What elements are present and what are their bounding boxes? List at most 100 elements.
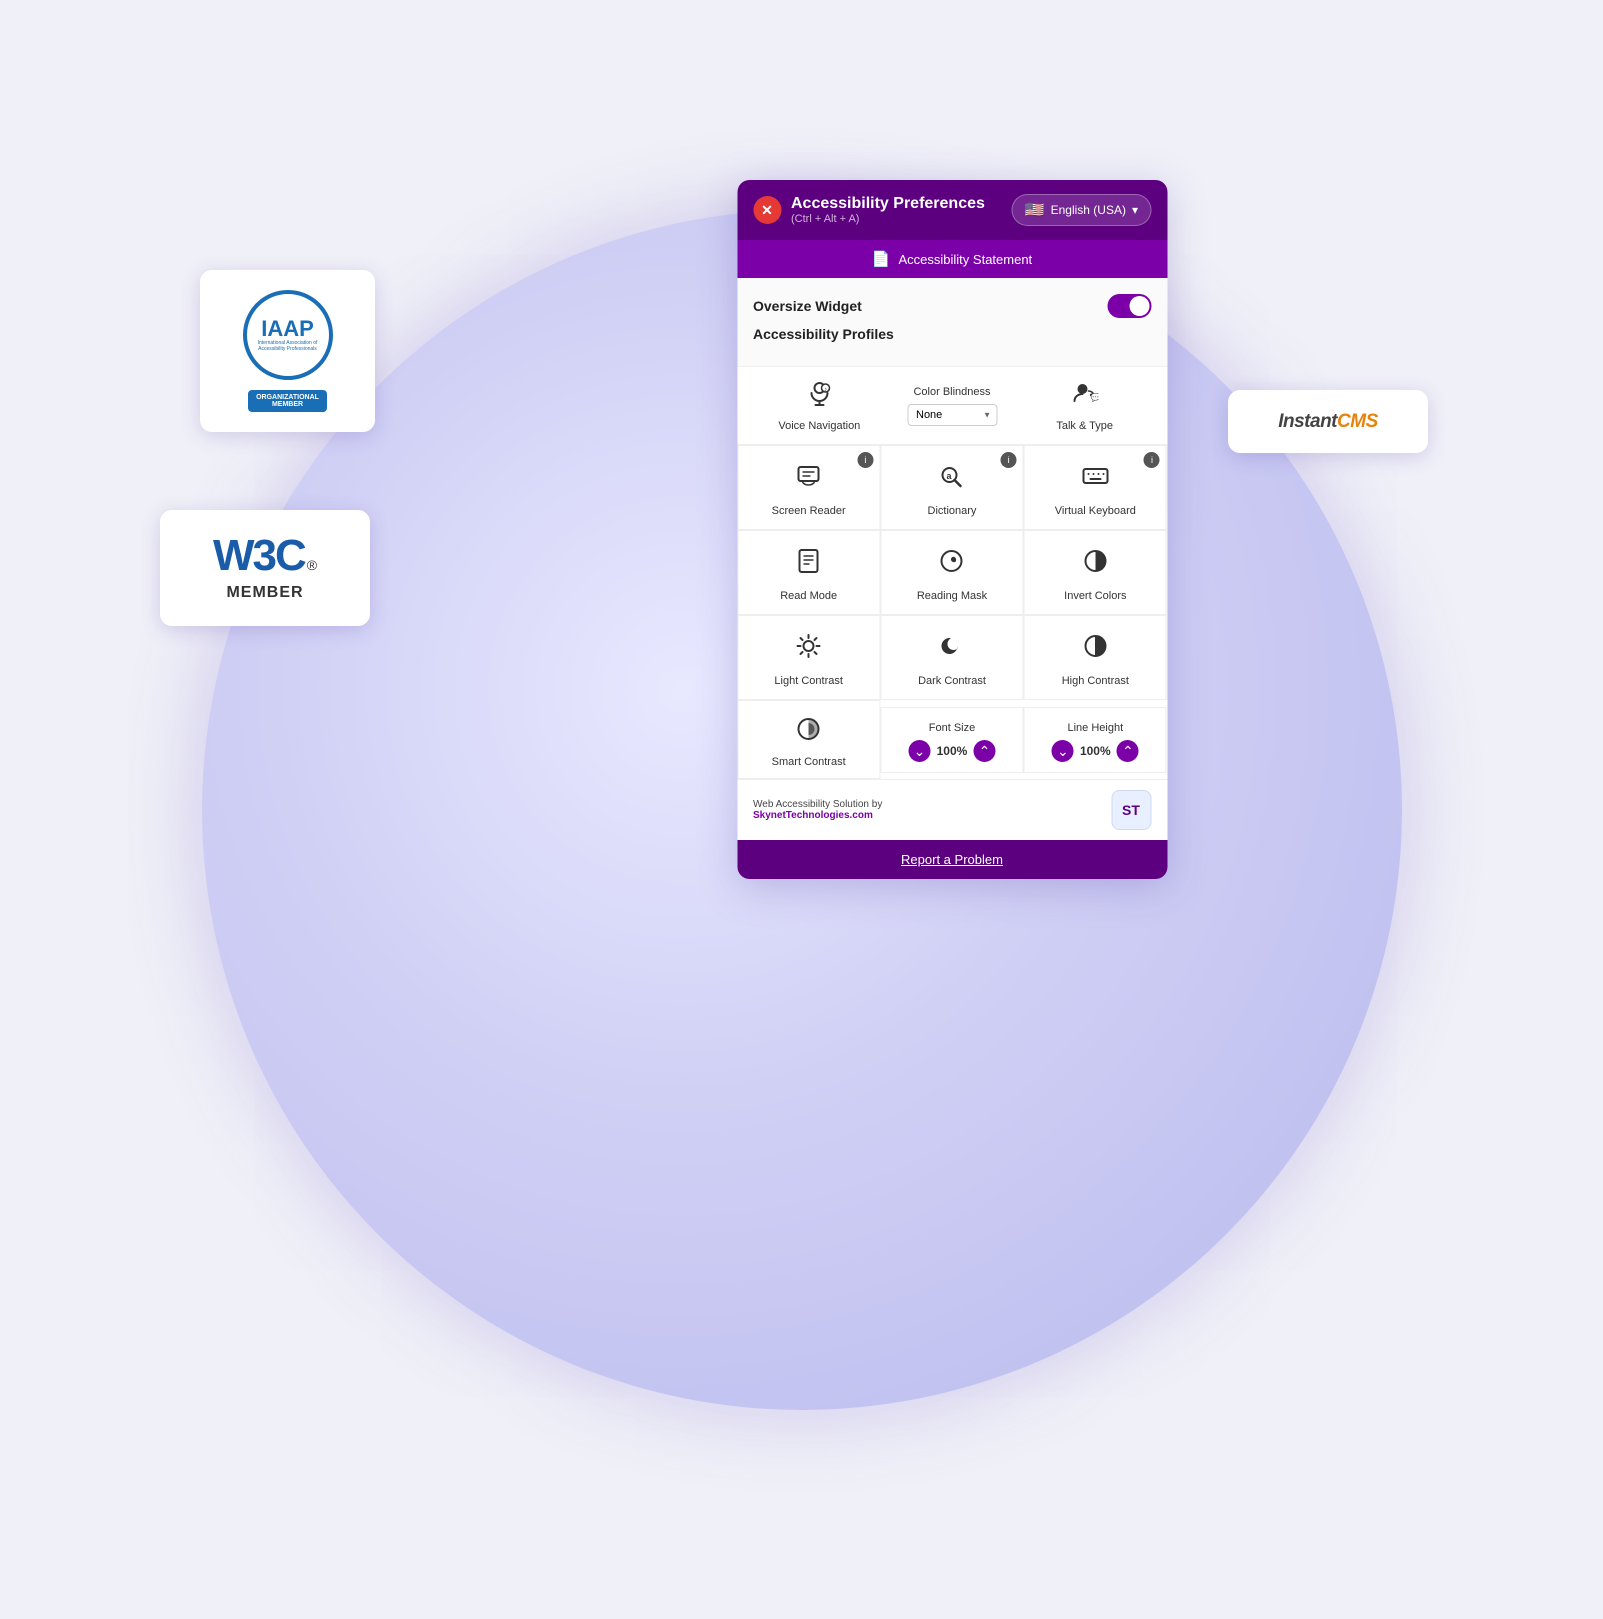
svg-text:💬: 💬 (1091, 392, 1099, 402)
report-problem-button[interactable]: Report a Problem (737, 840, 1167, 879)
widget-footer: Web Accessibility Solution by SkynetTech… (737, 779, 1167, 840)
read-mode-label: Read Mode (780, 590, 837, 602)
widget-panel: ✕ Accessibility Preferences (Ctrl + Alt … (737, 180, 1167, 879)
smart-contrast-label: Smart Contrast (772, 756, 846, 768)
statement-label: Accessibility Statement (899, 252, 1033, 267)
voice-navigation-tile[interactable]: ♪ Voice Navigation (753, 379, 886, 432)
chevron-down-icon: ▾ (1132, 203, 1138, 217)
iaap-card: IAAP International Association of Access… (200, 270, 375, 432)
color-blindness-dropdown-wrapper[interactable]: None Protanopia Deuteranopia Tritanopia (907, 404, 997, 426)
skynet-link[interactable]: SkynetTechnologies.com (753, 810, 873, 821)
high-contrast-label: High Contrast (1062, 675, 1129, 687)
header-title: Accessibility Preferences (791, 195, 985, 213)
virtual-keyboard-tile[interactable]: i Virtual Keyboard (1024, 445, 1167, 530)
iaap-badge-line1: ORGANIZATIONAL (256, 394, 319, 401)
virtual-keyboard-info-badge[interactable]: i (1144, 452, 1160, 468)
invert-colors-tile[interactable]: Invert Colors (1024, 530, 1167, 615)
stepper-row: Smart Contrast Font Size ⌄ 100% ⌃ Line H… (737, 700, 1167, 779)
statement-bar[interactable]: 📄 Accessibility Statement (737, 240, 1167, 278)
keyboard-icon (1081, 462, 1109, 497)
iaap-logo-circle: IAAP International Association of Access… (243, 290, 333, 380)
top-features-row: ♪ Voice Navigation Color Blindness None … (737, 367, 1167, 445)
instantcms-card: InstantCMS (1228, 390, 1428, 453)
w3c-logo: W3C® (213, 534, 317, 578)
line-height-tile: Line Height ⌄ 100% ⌃ (1024, 707, 1167, 773)
color-blindness-label: Color Blindness (913, 386, 990, 398)
light-contrast-label: Light Contrast (774, 675, 842, 687)
w3c-reg: ® (307, 558, 317, 572)
document-icon: 📄 (872, 250, 891, 268)
mic-icon: ♪ (805, 379, 833, 414)
talk-and-type-label: Talk & Type (1056, 420, 1113, 432)
language-label: English (USA) (1051, 203, 1126, 217)
dark-contrast-label: Dark Contrast (918, 675, 986, 687)
language-selector[interactable]: 🇺🇸 English (USA) ▾ (1012, 194, 1151, 226)
svg-text:♪: ♪ (824, 387, 827, 393)
screen-reader-info-badge[interactable]: i (857, 452, 873, 468)
footer-text-line2: SkynetTechnologies.com (753, 810, 882, 821)
w3c-card: W3C® MEMBER (160, 510, 370, 626)
feature-grid: i Screen Reader i a Dictio (737, 445, 1167, 700)
dictionary-tile[interactable]: i a Dictionary (880, 445, 1023, 530)
line-height-increase-btn[interactable]: ⌃ (1117, 740, 1139, 762)
font-size-label: Font Size (929, 722, 975, 734)
reading-mask-tile[interactable]: Reading Mask (880, 530, 1023, 615)
screen-reader-label: Screen Reader (772, 505, 846, 517)
svg-text:a: a (947, 471, 953, 481)
flag-icon: 🇺🇸 (1025, 200, 1045, 220)
settings-section: Oversize Widget Accessibility Profiles (737, 278, 1167, 367)
oversize-widget-row: Oversize Widget (753, 294, 1151, 318)
widget-header: ✕ Accessibility Preferences (Ctrl + Alt … (737, 180, 1167, 240)
footer-logo: ST (1111, 790, 1151, 830)
footer-text-block: Web Accessibility Solution by SkynetTech… (753, 799, 882, 821)
light-contrast-tile[interactable]: Light Contrast (737, 615, 880, 700)
high-contrast-tile[interactable]: High Contrast (1024, 615, 1167, 700)
footer-text-line1: Web Accessibility Solution by (753, 799, 882, 810)
high-contrast-icon (1081, 632, 1109, 667)
dark-contrast-icon (938, 632, 966, 667)
read-mode-tile[interactable]: Read Mode (737, 530, 880, 615)
read-mode-icon (795, 547, 823, 582)
dark-contrast-tile[interactable]: Dark Contrast (880, 615, 1023, 700)
profiles-label: Accessibility Profiles (753, 326, 1151, 350)
oversize-widget-label: Oversize Widget (753, 298, 862, 314)
header-title-block: Accessibility Preferences (Ctrl + Alt + … (791, 195, 985, 225)
close-button[interactable]: ✕ (753, 196, 781, 224)
voice-navigation-label: Voice Navigation (778, 420, 860, 432)
dictionary-icon: a (938, 462, 966, 497)
color-blindness-tile: Color Blindness None Protanopia Deuteran… (886, 386, 1019, 426)
iaap-member-badge: ORGANIZATIONAL MEMBER (248, 390, 327, 412)
font-size-value: 100% (934, 744, 969, 758)
virtual-keyboard-label: Virtual Keyboard (1055, 505, 1136, 517)
talk-and-type-tile[interactable]: 💬 Talk & Type (1018, 379, 1151, 432)
line-height-value: 100% (1078, 744, 1113, 758)
instantcms-text: InstantCMS (1278, 410, 1378, 433)
reading-mask-label: Reading Mask (917, 590, 987, 602)
header-shortcut: (Ctrl + Alt + A) (791, 213, 985, 225)
talk-icon: 💬 (1071, 379, 1099, 414)
iaap-full-name: International Association of Accessibili… (247, 340, 329, 353)
screen-reader-tile[interactable]: i Screen Reader (737, 445, 880, 530)
light-contrast-icon (795, 632, 823, 667)
line-height-label: Line Height (1067, 722, 1123, 734)
report-problem-label: Report a Problem (901, 852, 1003, 867)
w3c-member-label: MEMBER (226, 584, 303, 602)
smart-contrast-icon (795, 715, 823, 750)
iaap-badge-line2: MEMBER (272, 401, 303, 408)
line-height-decrease-btn[interactable]: ⌄ (1052, 740, 1074, 762)
color-blindness-select[interactable]: None Protanopia Deuteranopia Tritanopia (907, 404, 997, 426)
line-height-controls: ⌄ 100% ⌃ (1052, 740, 1139, 762)
iaap-acronym: IAAP (261, 318, 314, 340)
screen-reader-icon (795, 462, 823, 497)
header-left: ✕ Accessibility Preferences (Ctrl + Alt … (753, 195, 985, 225)
smart-contrast-tile[interactable]: Smart Contrast (737, 700, 880, 779)
font-size-controls: ⌄ 100% ⌃ (908, 740, 995, 762)
dictionary-info-badge[interactable]: i (1001, 452, 1017, 468)
oversize-widget-toggle[interactable] (1107, 294, 1151, 318)
font-size-tile: Font Size ⌄ 100% ⌃ (880, 707, 1023, 773)
font-size-decrease-btn[interactable]: ⌄ (908, 740, 930, 762)
invert-colors-label: Invert Colors (1064, 590, 1126, 602)
invert-icon (1081, 547, 1109, 582)
reading-mask-icon (938, 547, 966, 582)
font-size-increase-btn[interactable]: ⌃ (973, 740, 995, 762)
